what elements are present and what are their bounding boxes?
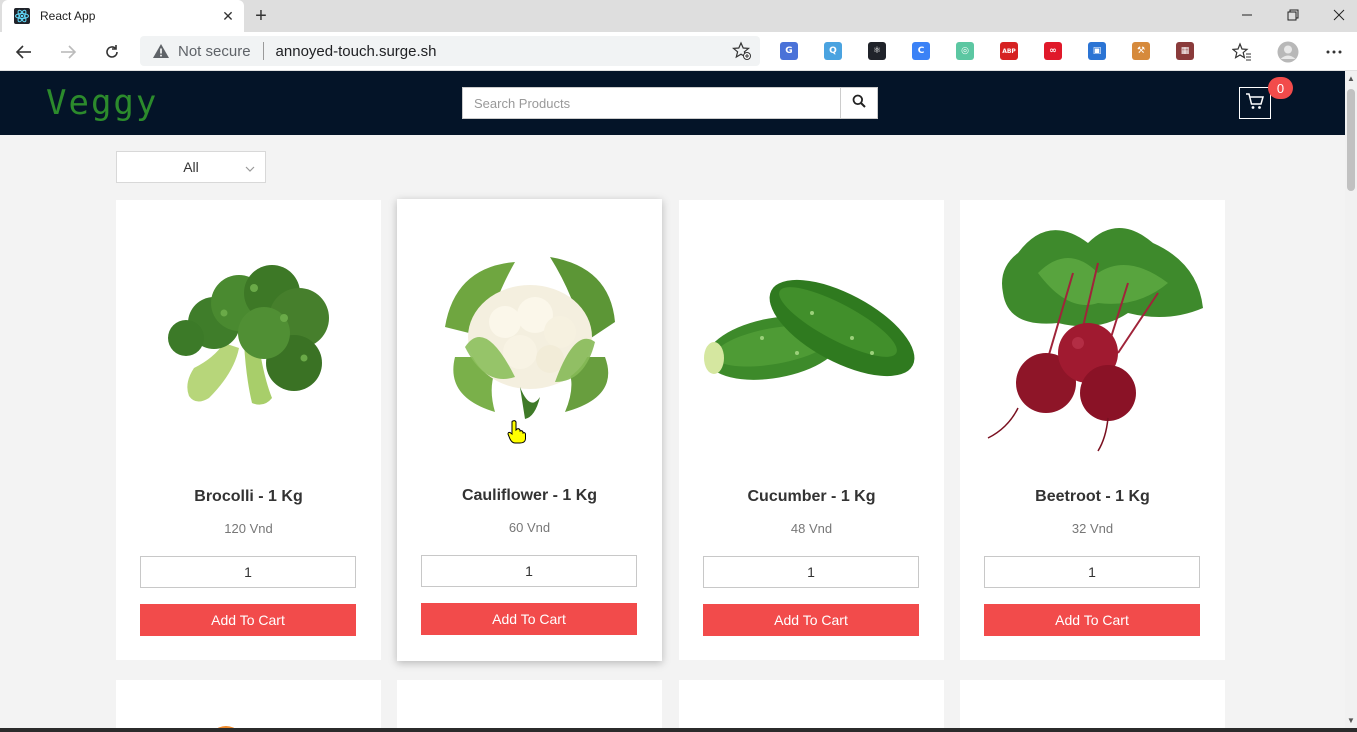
more-menu-icon[interactable]	[1321, 39, 1347, 65]
color-ext-icon[interactable]: ◎	[956, 42, 974, 60]
taskbar-edge	[0, 728, 1357, 732]
search-form	[462, 87, 878, 119]
product-price: 60 Vnd	[508, 520, 551, 535]
url-text[interactable]: annoyed-touch.surge.sh	[276, 43, 730, 60]
search-button[interactable]	[840, 88, 877, 118]
add-to-cart-button[interactable]: Add To Cart	[421, 603, 637, 635]
forward-icon[interactable]	[55, 39, 81, 65]
c-ext-icon[interactable]: C	[912, 42, 930, 60]
product-card-brocolli: Brocolli - 1 Kg 120 Vnd Add To Cart	[116, 200, 381, 660]
quantity-input[interactable]	[421, 555, 637, 587]
cart-button[interactable]	[1239, 87, 1271, 119]
chevron-down-icon	[245, 161, 255, 179]
warning-icon	[152, 42, 170, 60]
favorites-icon[interactable]	[1229, 39, 1255, 65]
product-price: 32 Vnd	[1071, 521, 1114, 536]
browser-tab-bar: React App ✕ +	[0, 0, 1357, 32]
product-card-cauliflower: Cauliflower - 1 Kg 60 Vnd Add To Cart	[397, 199, 662, 661]
grid-ext-icon[interactable]: ▦	[1176, 42, 1194, 60]
minimize-icon[interactable]	[1224, 0, 1270, 30]
profile-avatar-icon[interactable]	[1275, 39, 1301, 65]
translate-ext-icon[interactable]: G	[780, 42, 798, 60]
beetroot-image[interactable]	[960, 200, 1225, 465]
browser-tab[interactable]: React App ✕	[2, 0, 244, 32]
product-card-beetroot: Beetroot - 1 Kg 32 Vnd Add To Cart	[960, 200, 1225, 660]
product-card-cucumber: Cucumber - 1 Kg 48 Vnd Add To Cart	[679, 200, 944, 660]
reload-icon[interactable]	[99, 39, 125, 65]
product-card-row2	[960, 680, 1225, 728]
scroll-up-icon[interactable]: ▲	[1347, 74, 1355, 83]
scroll-down-icon[interactable]: ▼	[1347, 716, 1355, 725]
product-price: 48 Vnd	[790, 521, 833, 536]
address-separator	[262, 42, 264, 60]
scrollbar-thumb[interactable]	[1347, 89, 1355, 191]
quantity-input[interactable]	[703, 556, 919, 588]
product-name: Cucumber - 1 Kg	[747, 488, 876, 505]
search-ext-icon[interactable]: Q	[824, 42, 842, 60]
adblock-plus-icon[interactable]: ABP	[1000, 42, 1018, 60]
new-tab-icon[interactable]: +	[250, 5, 272, 27]
cart-count-badge[interactable]: 0	[1268, 77, 1293, 99]
hand-cursor-icon	[507, 420, 527, 449]
brocolli-image[interactable]	[116, 200, 381, 465]
tab-title: React App	[40, 9, 96, 23]
cart-icon	[1245, 92, 1265, 115]
infinity-ext-icon[interactable]: ∞	[1044, 42, 1062, 60]
hammer-ext-icon[interactable]: ⚒	[1132, 42, 1150, 60]
quantity-input[interactable]	[140, 556, 356, 588]
search-icon	[852, 94, 866, 113]
add-to-cart-button[interactable]: Add To Cart	[984, 604, 1200, 636]
browser-toolbar: Not secure annoyed-touch.surge.sh G Q ⚛ C ◎ A…	[0, 32, 1357, 71]
not-secure-label[interactable]: Not secure	[178, 43, 251, 60]
address-bar[interactable]: Not secure annoyed-touch.surge.sh	[140, 36, 760, 66]
close-window-icon[interactable]	[1316, 0, 1357, 30]
product-name: Beetroot - 1 Kg	[1035, 488, 1150, 505]
page-scrollbar[interactable]: ▲ ▼	[1345, 71, 1357, 728]
product-price: 120 Vnd	[224, 521, 273, 536]
tab-close-icon[interactable]: ✕	[218, 6, 238, 26]
category-filter-select[interactable]: All	[116, 151, 266, 183]
app-header: Veggy	[0, 71, 1345, 135]
search-input[interactable]	[463, 88, 840, 118]
product-card-row2	[397, 680, 662, 728]
restore-icon[interactable]	[1270, 0, 1316, 30]
product-card-row2	[679, 680, 944, 728]
add-to-cart-button[interactable]: Add To Cart	[703, 604, 919, 636]
filter-selected-value: All	[183, 159, 199, 175]
cauliflower-image[interactable]	[397, 199, 662, 464]
veggy-logo[interactable]: Veggy	[46, 83, 158, 123]
product-name: Brocolli - 1 Kg	[194, 488, 303, 505]
product-card-row2	[116, 680, 381, 728]
quantity-input[interactable]	[984, 556, 1200, 588]
add-favorite-icon[interactable]	[730, 39, 754, 63]
main-content: All Brocolli - 1 Kg 120 Vnd 1 Add To Car…	[0, 135, 1345, 728]
save-ext-icon[interactable]: ▣	[1088, 42, 1106, 60]
cucumber-image[interactable]	[679, 200, 944, 465]
react-devtools-icon[interactable]: ⚛	[868, 42, 886, 60]
back-icon[interactable]	[11, 39, 37, 65]
add-to-cart-button[interactable]: Add To Cart	[140, 604, 356, 636]
product-name: Cauliflower - 1 Kg	[461, 487, 598, 504]
react-favicon-icon	[14, 8, 30, 24]
